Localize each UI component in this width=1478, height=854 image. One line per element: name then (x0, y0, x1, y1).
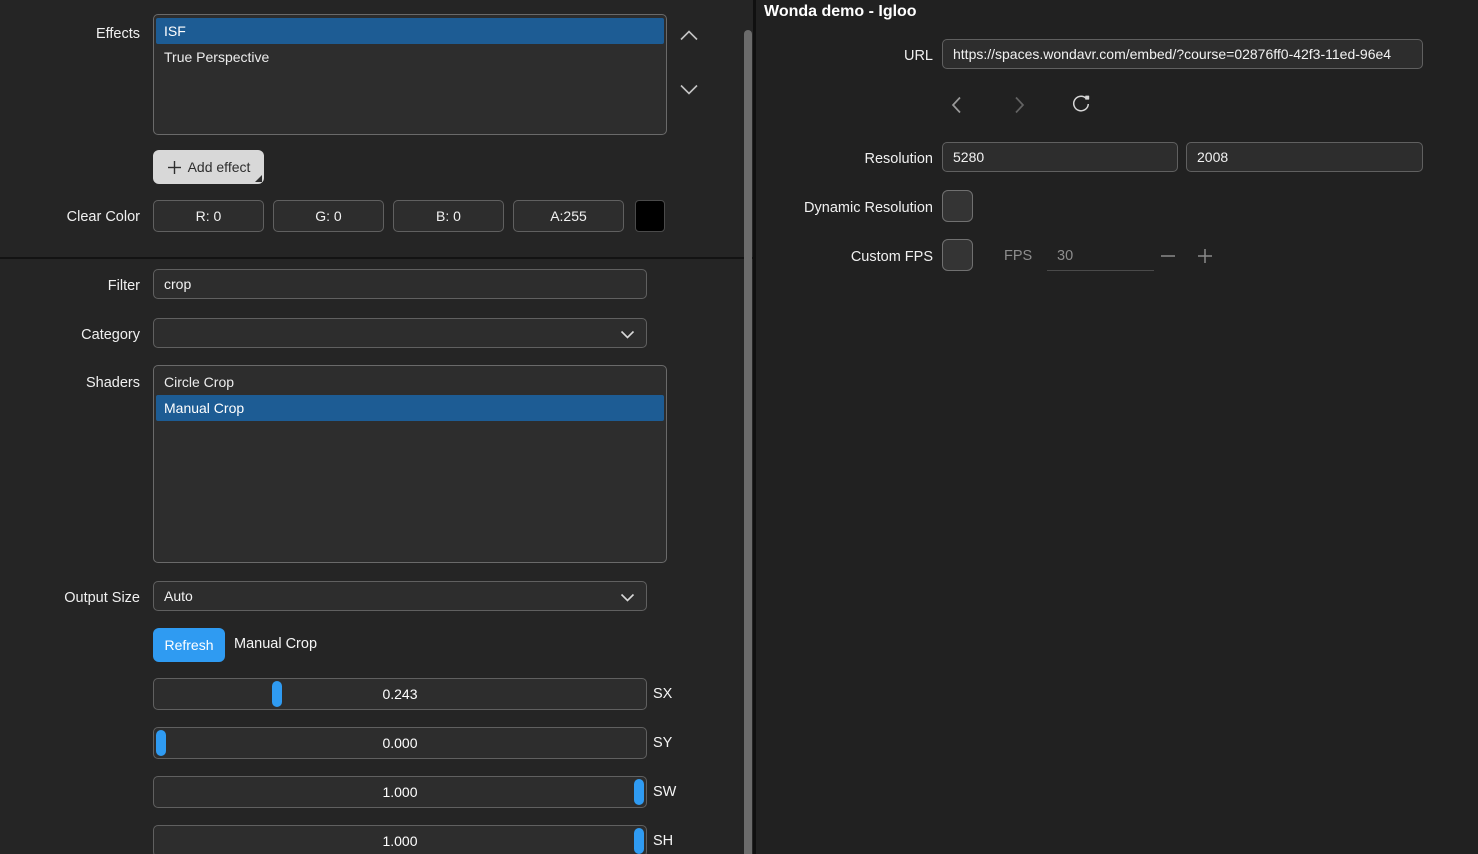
custom-fps-label: Custom FPS (756, 248, 933, 266)
dynamic-resolution-checkbox[interactable] (942, 190, 973, 222)
plus-icon (167, 160, 182, 175)
clear-color-r-field[interactable]: R: 0 (153, 200, 264, 232)
source-panel: Wonda demo - Igloo URL https://spaces.wo… (756, 0, 1478, 854)
url-label: URL (756, 47, 933, 65)
shaders-list-item-manual-crop[interactable]: Manual Crop (156, 395, 664, 421)
sh-slider[interactable]: 1.000 (153, 825, 647, 854)
shaders-list-item-circle-crop[interactable]: Circle Crop (156, 369, 664, 395)
clear-color-label: Clear Color (0, 208, 140, 226)
chevron-down-icon (620, 330, 635, 339)
dynamic-resolution-label: Dynamic Resolution (756, 199, 933, 217)
panel-scrollbar[interactable] (744, 30, 752, 854)
clear-color-a-field[interactable]: A:255 (513, 200, 624, 232)
add-effect-label: Add effect (188, 159, 251, 175)
source-title: Wonda demo - Igloo (764, 3, 917, 21)
chevron-down-icon (620, 593, 635, 602)
resolution-height-input[interactable]: 2008 (1186, 142, 1423, 172)
output-size-value: Auto (164, 588, 193, 604)
section-divider (0, 257, 753, 259)
url-input[interactable]: https://spaces.wondavr.com/embed/?course… (942, 39, 1423, 69)
app-window: Effects ISF True Perspective (0, 0, 1478, 854)
filter-label: Filter (0, 277, 140, 295)
dropdown-corner-icon (255, 175, 262, 182)
fps-value-input[interactable]: 30 (1057, 248, 1073, 264)
fps-unit-label: FPS (1004, 248, 1032, 264)
shaders-list: Circle Crop Manual Crop (153, 365, 667, 563)
refresh-icon (1070, 93, 1094, 115)
fps-input-underline (1047, 270, 1154, 271)
sx-slider-label: SX (653, 686, 672, 702)
clear-color-swatch[interactable] (635, 200, 665, 232)
plus-icon-button[interactable] (1196, 245, 1218, 267)
sw-slider-label: SW (653, 784, 676, 800)
effects-list-item-isf[interactable]: ISF (156, 18, 664, 44)
effects-label: Effects (0, 25, 140, 43)
category-select[interactable] (153, 318, 647, 348)
sw-slider[interactable]: 1.000 (153, 776, 647, 808)
refresh-button[interactable]: Refresh (153, 628, 225, 662)
sy-slider-value: 0.000 (154, 728, 646, 758)
output-size-select[interactable]: Auto (153, 581, 647, 611)
chevron-right-icon (1009, 95, 1033, 115)
chevron-down-icon (678, 82, 702, 97)
sy-slider-label: SY (653, 735, 672, 751)
sh-slider-value: 1.000 (154, 826, 646, 854)
shaders-label: Shaders (0, 374, 140, 392)
clear-color-g-field[interactable]: G: 0 (273, 200, 384, 232)
sx-slider-value: 0.243 (154, 679, 646, 709)
filter-input[interactable]: crop (153, 269, 647, 299)
fps-decrement-button[interactable] (1159, 245, 1181, 267)
move-effect-down-button[interactable] (678, 80, 702, 98)
effects-panel: Effects ISF True Perspective (0, 0, 753, 854)
add-effect-button[interactable]: Add effect (153, 150, 264, 184)
resolution-label: Resolution (756, 150, 933, 168)
sh-slider-label: SH (653, 833, 673, 849)
sw-slider-value: 1.000 (154, 777, 646, 807)
minus-icon (1159, 247, 1181, 265)
refresh-icon-button[interactable] (1070, 92, 1094, 116)
effects-list-item-true-perspective[interactable]: True Perspective (156, 44, 664, 70)
custom-fps-checkbox[interactable] (942, 239, 973, 271)
nav-back-button[interactable] (947, 93, 971, 117)
move-effect-up-button[interactable] (678, 26, 702, 44)
effects-list: ISF True Perspective (153, 14, 667, 135)
plus-icon (1196, 247, 1218, 265)
resolution-width-input[interactable]: 5280 (942, 142, 1178, 172)
sx-slider[interactable]: 0.243 (153, 678, 647, 710)
output-size-label: Output Size (0, 589, 140, 607)
chevron-up-icon (678, 28, 702, 43)
sy-slider[interactable]: 0.000 (153, 727, 647, 759)
nav-forward-button[interactable] (1009, 93, 1033, 117)
chevron-left-icon (947, 95, 971, 115)
clear-color-b-field[interactable]: B: 0 (393, 200, 504, 232)
category-label: Category (0, 326, 140, 344)
active-shader-name: Manual Crop (234, 636, 317, 652)
